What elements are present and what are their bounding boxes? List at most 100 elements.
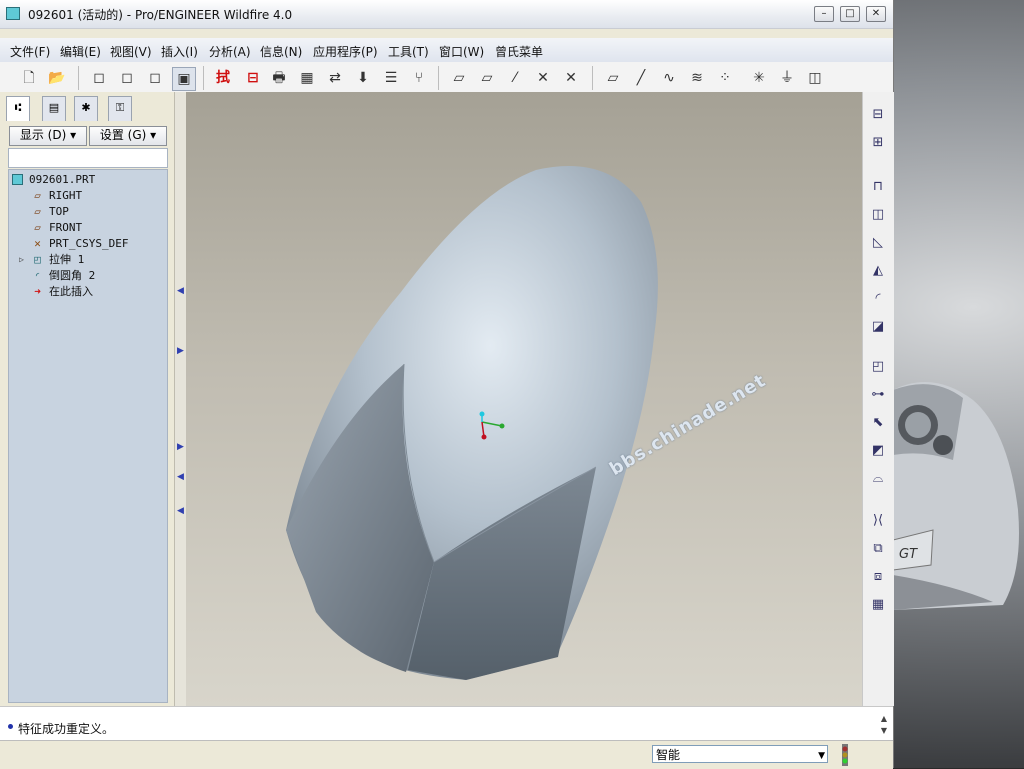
extrude-tool-icon[interactable]: ◰ bbox=[867, 356, 889, 378]
shell-icon[interactable]: ◫ bbox=[867, 204, 889, 226]
csys-icon: ✕ bbox=[34, 237, 41, 250]
revolve-icon[interactable]: ⊶ bbox=[867, 384, 889, 406]
menu-edit[interactable]: 编辑(E) bbox=[60, 43, 101, 60]
menu-info[interactable]: 信息(N) bbox=[260, 43, 302, 60]
tree-node-label: 在此插入 bbox=[49, 285, 93, 298]
menu-view[interactable]: 视图(V) bbox=[110, 43, 152, 60]
plane-display-icon[interactable]: ▱ bbox=[448, 67, 470, 89]
sweep-icon[interactable]: ⬉ bbox=[867, 412, 889, 434]
point-display-icon[interactable]: ⁄ bbox=[504, 67, 526, 89]
svg-text:GT: GT bbox=[899, 547, 918, 562]
blend-icon[interactable]: ◩ bbox=[867, 440, 889, 462]
open-folder-icon[interactable]: 📂 bbox=[46, 67, 68, 89]
sketch-tool-icon[interactable]: ◫ bbox=[804, 67, 826, 89]
layers-icon[interactable]: ☰ bbox=[380, 67, 402, 89]
round-tool-icon[interactable]: ◜ bbox=[867, 288, 889, 310]
menu-applications[interactable]: 应用程序(P) bbox=[313, 43, 378, 60]
hole-icon[interactable]: ⊓ bbox=[867, 176, 889, 198]
menu-custom[interactable]: 曾氏菜单 bbox=[495, 43, 543, 60]
settings-dropdown-button[interactable]: 设置 (G) ▾ bbox=[89, 126, 167, 146]
mirror-icon[interactable]: ⟩⟨ bbox=[867, 510, 889, 532]
message-area: 特征成功重定义。 ▲ ▼ bbox=[0, 706, 893, 741]
view-manager-icon[interactable]: ▦ bbox=[296, 67, 318, 89]
wireframe-icon[interactable]: ◻ bbox=[88, 67, 110, 89]
menu-tools[interactable]: 工具(T) bbox=[388, 43, 429, 60]
toolbar-separator bbox=[78, 66, 79, 90]
maximize-button[interactable]: □ bbox=[840, 6, 860, 22]
selection-filter-select[interactable]: 智能 ▼ bbox=[652, 745, 828, 763]
collapse-arrow-icon[interactable]: ◀ bbox=[177, 472, 184, 482]
proe-main-window: 092601 (活动的) - Pro/ENGINEER Wildfire 4.0… bbox=[0, 0, 894, 769]
model-tree-icon[interactable]: ⑂ bbox=[408, 67, 430, 89]
datum-plane-icon: ▱ bbox=[34, 221, 41, 234]
3d-model bbox=[286, 166, 658, 680]
main-toolbar: 🗋 📂 ◻ ◻ ◻ ▣ 拭 ⊟ 🖶 ▦ ⇄ ⬇ ☰ ⑂ ▱ ▱ ⁄ ✕ ✕ ▱ … bbox=[0, 62, 893, 93]
connections-tab[interactable]: ⚿ bbox=[108, 96, 132, 121]
datum-plane-icon[interactable]: ▱ bbox=[602, 67, 624, 89]
feature-select-icon[interactable]: ⊟ bbox=[867, 104, 889, 126]
draft-icon[interactable]: ◭ bbox=[867, 260, 889, 282]
chevron-down-icon: ▼ bbox=[818, 751, 825, 761]
toolbar-separator bbox=[438, 66, 439, 90]
menu-analysis[interactable]: 分析(A) bbox=[209, 43, 251, 60]
tree-node-label: PRT_CSYS_DEF bbox=[49, 237, 129, 250]
expand-arrow-icon[interactable]: ▶ bbox=[177, 346, 184, 356]
model-tree: 092601.PRT ▱ RIGHT ▱ TOP ▱ FRONT ✕ PRT_C… bbox=[8, 169, 168, 703]
selection-filter-value: 智能 bbox=[656, 748, 681, 762]
select-icon[interactable]: ⊟ bbox=[242, 67, 264, 89]
favorites-tab[interactable]: ✱ bbox=[74, 96, 98, 121]
print-icon[interactable]: 🖶 bbox=[268, 67, 290, 89]
toolbar-separator bbox=[592, 66, 593, 90]
datum-toggle-icon[interactable]: ✕ bbox=[560, 67, 582, 89]
new-file-icon[interactable]: 🗋 bbox=[18, 67, 40, 89]
toolbar-separator bbox=[203, 66, 204, 90]
menu-file[interactable]: 文件(F) bbox=[10, 43, 50, 60]
graphics-viewport[interactable]: bbs.chinade.net bbox=[186, 92, 862, 706]
tree-node-label: RIGHT bbox=[49, 189, 83, 202]
datum-csys-icon[interactable]: ✳ bbox=[748, 67, 770, 89]
minimize-button[interactable]: – bbox=[814, 6, 834, 22]
shading-icon[interactable]: ▣ bbox=[172, 67, 196, 91]
hidden-line-icon[interactable]: ◻ bbox=[116, 67, 138, 89]
round-icon: ◜ bbox=[34, 269, 41, 282]
regen-status-icon bbox=[842, 744, 848, 766]
extrude-icon: ◰ bbox=[34, 253, 41, 266]
model-tree-tab[interactable]: ⑆ bbox=[6, 96, 30, 121]
datum-axis-icon[interactable]: ╱ bbox=[630, 67, 652, 89]
merge-icon[interactable]: ⧉ bbox=[867, 538, 889, 560]
message-scrollbar[interactable]: ▲ ▼ bbox=[877, 713, 891, 739]
csys-display-icon[interactable]: ✕ bbox=[532, 67, 554, 89]
menu-window[interactable]: 窗口(W) bbox=[439, 43, 484, 60]
datum-point-icon[interactable]: ⁘ bbox=[714, 67, 736, 89]
tree-node-label: 拉伸 1 bbox=[49, 253, 85, 266]
orient-icon[interactable]: ⇄ bbox=[324, 67, 346, 89]
axis-display-icon[interactable]: ▱ bbox=[476, 67, 498, 89]
navigator-panel: ⑆ ▤ ✱ ⚿ 显示 (D) ▾ 设置 (G) ▾ 092601.PRT ▱ R… bbox=[0, 92, 181, 706]
pattern-icon[interactable]: ▦ bbox=[867, 594, 889, 616]
tree-node-label: FRONT bbox=[49, 221, 83, 234]
analysis-icon[interactable]: ⏚ bbox=[776, 67, 798, 89]
collapse-arrow-icon[interactable]: ◀ bbox=[177, 506, 184, 516]
tree-filter-field[interactable] bbox=[8, 148, 168, 168]
show-dropdown-button[interactable]: 显示 (D) ▾ bbox=[9, 126, 87, 146]
no-hidden-icon[interactable]: ◻ bbox=[144, 67, 166, 89]
menu-insert[interactable]: 插入(I) bbox=[161, 43, 198, 60]
expand-arrow-icon[interactable]: ▶ bbox=[177, 442, 184, 452]
trim-icon[interactable]: ⧈ bbox=[867, 566, 889, 588]
close-button[interactable]: ✕ bbox=[866, 6, 886, 22]
datum-graph-icon[interactable]: ≋ bbox=[686, 67, 708, 89]
boundary-icon[interactable]: ⌓ bbox=[867, 468, 889, 490]
expand-arrow-icon[interactable]: ▷ bbox=[15, 254, 28, 266]
feature-group-icon[interactable]: ⊞ bbox=[867, 132, 889, 154]
title-bar[interactable]: 092601 (活动的) - Pro/ENGINEER Wildfire 4.0… bbox=[0, 0, 893, 29]
folder-browser-tab[interactable]: ▤ bbox=[42, 96, 66, 121]
rib-icon[interactable]: ◺ bbox=[867, 232, 889, 254]
collapse-arrow-icon[interactable]: ◀ bbox=[177, 286, 184, 296]
extend-icon[interactable]: 拭 bbox=[212, 67, 234, 89]
chamfer-icon[interactable]: ◪ bbox=[867, 316, 889, 338]
sketch-curve-icon[interactable]: ∿ bbox=[658, 67, 680, 89]
tree-node-label: 092601.PRT bbox=[29, 173, 96, 186]
datum-plane-icon: ▱ bbox=[34, 189, 41, 202]
feature-toolbar: ⊟ ⊞ ⊓ ◫ ◺ ◭ ◜ ◪ ◰ ⊶ ⬉ ◩ ⌓ ⟩⟨ ⧉ ⧈ ▦ bbox=[862, 92, 894, 706]
named-view-icon[interactable]: ⬇ bbox=[352, 67, 374, 89]
